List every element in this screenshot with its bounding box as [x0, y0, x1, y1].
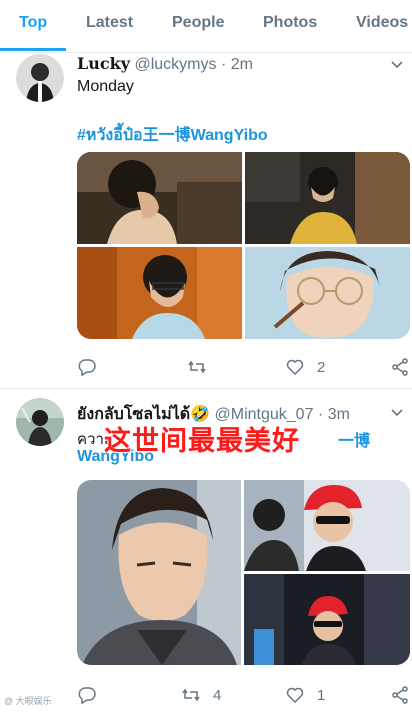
timestamp[interactable]: 2m — [231, 56, 253, 73]
watermark: @ 大眼娱乐 — [4, 696, 52, 706]
heart-icon — [285, 357, 305, 377]
photo[interactable] — [244, 574, 410, 665]
retweet-button[interactable]: 4 — [181, 683, 221, 707]
reply-button[interactable] — [77, 683, 97, 707]
heart-icon — [285, 685, 305, 705]
tab-people[interactable]: People — [172, 14, 224, 32]
reply-icon — [77, 357, 97, 377]
like-count: 2 — [317, 358, 326, 376]
retweet-icon — [187, 357, 207, 377]
search-tabs: Top Latest People Photos Videos — [0, 0, 412, 53]
tab-latest[interactable]: Latest — [86, 14, 133, 32]
chevron-down-icon[interactable] — [390, 58, 404, 72]
user-handle[interactable]: @luckymys — [134, 56, 216, 73]
photo[interactable] — [245, 247, 410, 339]
reply-icon — [77, 685, 97, 705]
chevron-down-icon[interactable] — [390, 406, 404, 420]
hashtag-link[interactable]: #หวังอี้ป๋อ王一博WangYibo — [77, 121, 268, 148]
like-count: 1 — [317, 686, 326, 704]
dot-separator: · — [317, 406, 324, 423]
avatar[interactable] — [16, 54, 64, 102]
photo-grid — [77, 152, 410, 339]
share-button[interactable] — [390, 355, 410, 379]
like-button[interactable]: 1 — [285, 683, 325, 707]
tab-top[interactable]: Top — [19, 14, 47, 32]
dot-separator: · — [220, 56, 227, 73]
active-tab-indicator — [0, 48, 66, 51]
reply-button[interactable] — [77, 355, 97, 379]
photo[interactable] — [245, 152, 410, 244]
display-name[interactable]: Lucky — [77, 54, 130, 73]
tweet[interactable]: Lucky @luckymys · 2m Monday #หวังอี้ป๋อ王… — [0, 52, 412, 389]
photo[interactable] — [77, 247, 242, 339]
tweet-actions: 4 1 — [77, 683, 410, 707]
photo[interactable] — [77, 152, 242, 244]
photo[interactable] — [77, 480, 241, 665]
tab-photos[interactable]: Photos — [263, 14, 317, 32]
tab-videos[interactable]: Videos — [356, 14, 408, 32]
retweet-icon — [181, 685, 201, 705]
timestamp[interactable]: 3m — [328, 406, 350, 423]
tweet-text: Monday — [77, 78, 134, 95]
photo[interactable] — [244, 480, 410, 571]
tweet-actions: 2 — [77, 355, 410, 379]
hashtag-link[interactable]: 一博 — [338, 427, 370, 451]
retweet-count: 4 — [213, 686, 222, 704]
share-button[interactable] — [390, 683, 410, 707]
tweet-header: Lucky @luckymys · 2m — [77, 54, 253, 74]
retweet-button[interactable] — [187, 355, 207, 379]
share-icon — [390, 685, 410, 705]
overlay-caption: 这世间最最美好 — [104, 426, 300, 457]
like-button[interactable]: 2 — [285, 355, 325, 379]
avatar[interactable] — [16, 398, 64, 446]
share-icon — [390, 357, 410, 377]
photo-grid — [77, 480, 410, 665]
